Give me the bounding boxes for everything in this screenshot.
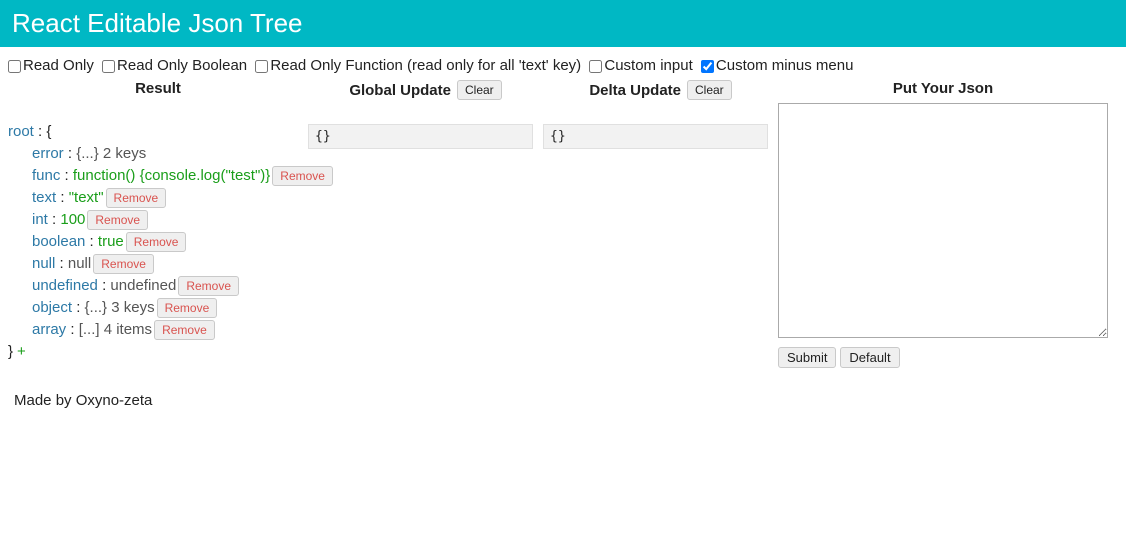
add-node-button[interactable]: + (17, 343, 26, 360)
tree-key[interactable]: array (32, 321, 66, 338)
delta-update-column: Delta Update Clear {} (543, 80, 778, 149)
tree-node: null : nullRemove (32, 253, 308, 275)
option-label: Read Only Function (read only for all 't… (270, 57, 581, 74)
tree-node: object : {...} 3 keysRemove (32, 297, 308, 319)
root-key[interactable]: root (8, 123, 34, 140)
tree-node: undefined : undefinedRemove (32, 275, 308, 297)
remove-button[interactable]: Remove (106, 188, 167, 208)
footer: Made by Oxyno-zeta (0, 368, 1126, 419)
result-column: Result root : { error : {...} 2 keysfunc… (8, 80, 308, 363)
option-read-only[interactable]: Read Only (8, 57, 94, 74)
tree-key[interactable]: int (32, 211, 48, 228)
tree-value-collapsed[interactable]: {...} 3 keys (85, 299, 155, 316)
result-title: Result (8, 80, 308, 103)
tree-value-collapsed[interactable]: {...} 2 keys (76, 145, 146, 162)
tree-node: text : "text"Remove (32, 187, 308, 209)
tree-separator: : (85, 233, 98, 250)
custom-input-checkbox[interactable] (589, 60, 602, 73)
tree-node: int : 100Remove (32, 209, 308, 231)
app-header: React Editable Json Tree (0, 0, 1126, 47)
tree-key[interactable]: error (32, 145, 64, 162)
global-update-title: Global Update (349, 82, 451, 99)
option-label: Custom minus menu (716, 57, 854, 74)
custom-minus-menu-checkbox[interactable] (701, 60, 714, 73)
app-title: React Editable Json Tree (12, 8, 303, 38)
tree-value[interactable]: undefined (110, 277, 176, 294)
option-label: Read Only Boolean (117, 57, 247, 74)
option-read-only-boolean[interactable]: Read Only Boolean (102, 57, 247, 74)
tree-key[interactable]: boolean (32, 233, 85, 250)
tree-separator: : (64, 145, 77, 162)
global-update-content: {} (308, 124, 533, 149)
tree-node: error : {...} 2 keys (32, 143, 308, 165)
global-update-column: Global Update Clear {} (308, 80, 543, 149)
tree-separator: : (60, 167, 73, 184)
remove-button[interactable]: Remove (272, 166, 333, 186)
tree-value[interactable]: "text" (69, 189, 104, 206)
tree-value[interactable]: null (68, 255, 91, 272)
delta-update-content: {} (543, 124, 768, 149)
put-json-column: Put Your Json Submit Default (778, 80, 1118, 368)
tree-value[interactable]: function() {console.log("test")} (73, 167, 270, 184)
tree-separator: : (72, 299, 85, 316)
tree-separator: : (66, 321, 79, 338)
close-brace: } (8, 343, 13, 360)
tree-node: array : [...] 4 itemsRemove (32, 319, 308, 341)
tree-key[interactable]: func (32, 167, 60, 184)
remove-button[interactable]: Remove (157, 298, 218, 318)
tree-value-collapsed[interactable]: [...] 4 items (79, 321, 152, 338)
delta-clear-button[interactable]: Clear (687, 80, 732, 100)
remove-button[interactable]: Remove (87, 210, 148, 230)
remove-button[interactable]: Remove (126, 232, 187, 252)
delta-update-title: Delta Update (589, 82, 681, 99)
tree-key[interactable]: null (32, 255, 55, 272)
option-label: Read Only (23, 57, 94, 74)
remove-button[interactable]: Remove (93, 254, 154, 274)
read-only-checkbox[interactable] (8, 60, 21, 73)
read-only-boolean-checkbox[interactable] (102, 60, 115, 73)
tree-value[interactable]: true (98, 233, 124, 250)
tree-key[interactable]: text (32, 189, 56, 206)
tree-node: func : function() {console.log("test")}R… (32, 165, 308, 187)
read-only-function-checkbox[interactable] (255, 60, 268, 73)
option-custom-input[interactable]: Custom input (589, 57, 692, 74)
options-toolbar: Read Only Read Only Boolean Read Only Fu… (0, 47, 1126, 80)
tree-node: boolean : trueRemove (32, 231, 308, 253)
put-json-title: Put Your Json (778, 80, 1108, 103)
global-clear-button[interactable]: Clear (457, 80, 502, 100)
tree-key[interactable]: undefined (32, 277, 98, 294)
submit-button[interactable]: Submit (778, 347, 836, 368)
tree-key[interactable]: object (32, 299, 72, 316)
tree-separator: : (98, 277, 111, 294)
json-tree: root : { error : {...} 2 keysfunc : func… (8, 103, 308, 363)
tree-value[interactable]: 100 (60, 211, 85, 228)
footer-text: Made by Oxyno-zeta (14, 392, 152, 409)
tree-separator: : (55, 255, 68, 272)
json-textarea[interactable] (778, 103, 1108, 338)
main-columns: Result root : { error : {...} 2 keysfunc… (0, 80, 1126, 368)
option-read-only-function[interactable]: Read Only Function (read only for all 't… (255, 57, 581, 74)
tree-body: error : {...} 2 keysfunc : function() {c… (8, 143, 308, 341)
tree-separator: : (48, 211, 61, 228)
default-button[interactable]: Default (840, 347, 899, 368)
tree-root-open: root : { (8, 121, 308, 143)
remove-button[interactable]: Remove (154, 320, 215, 340)
option-label: Custom input (604, 57, 692, 74)
option-custom-minus-menu[interactable]: Custom minus menu (701, 57, 854, 74)
tree-root-close: }+ (8, 341, 308, 363)
open-brace: { (46, 123, 51, 140)
remove-button[interactable]: Remove (178, 276, 239, 296)
tree-separator: : (56, 189, 69, 206)
